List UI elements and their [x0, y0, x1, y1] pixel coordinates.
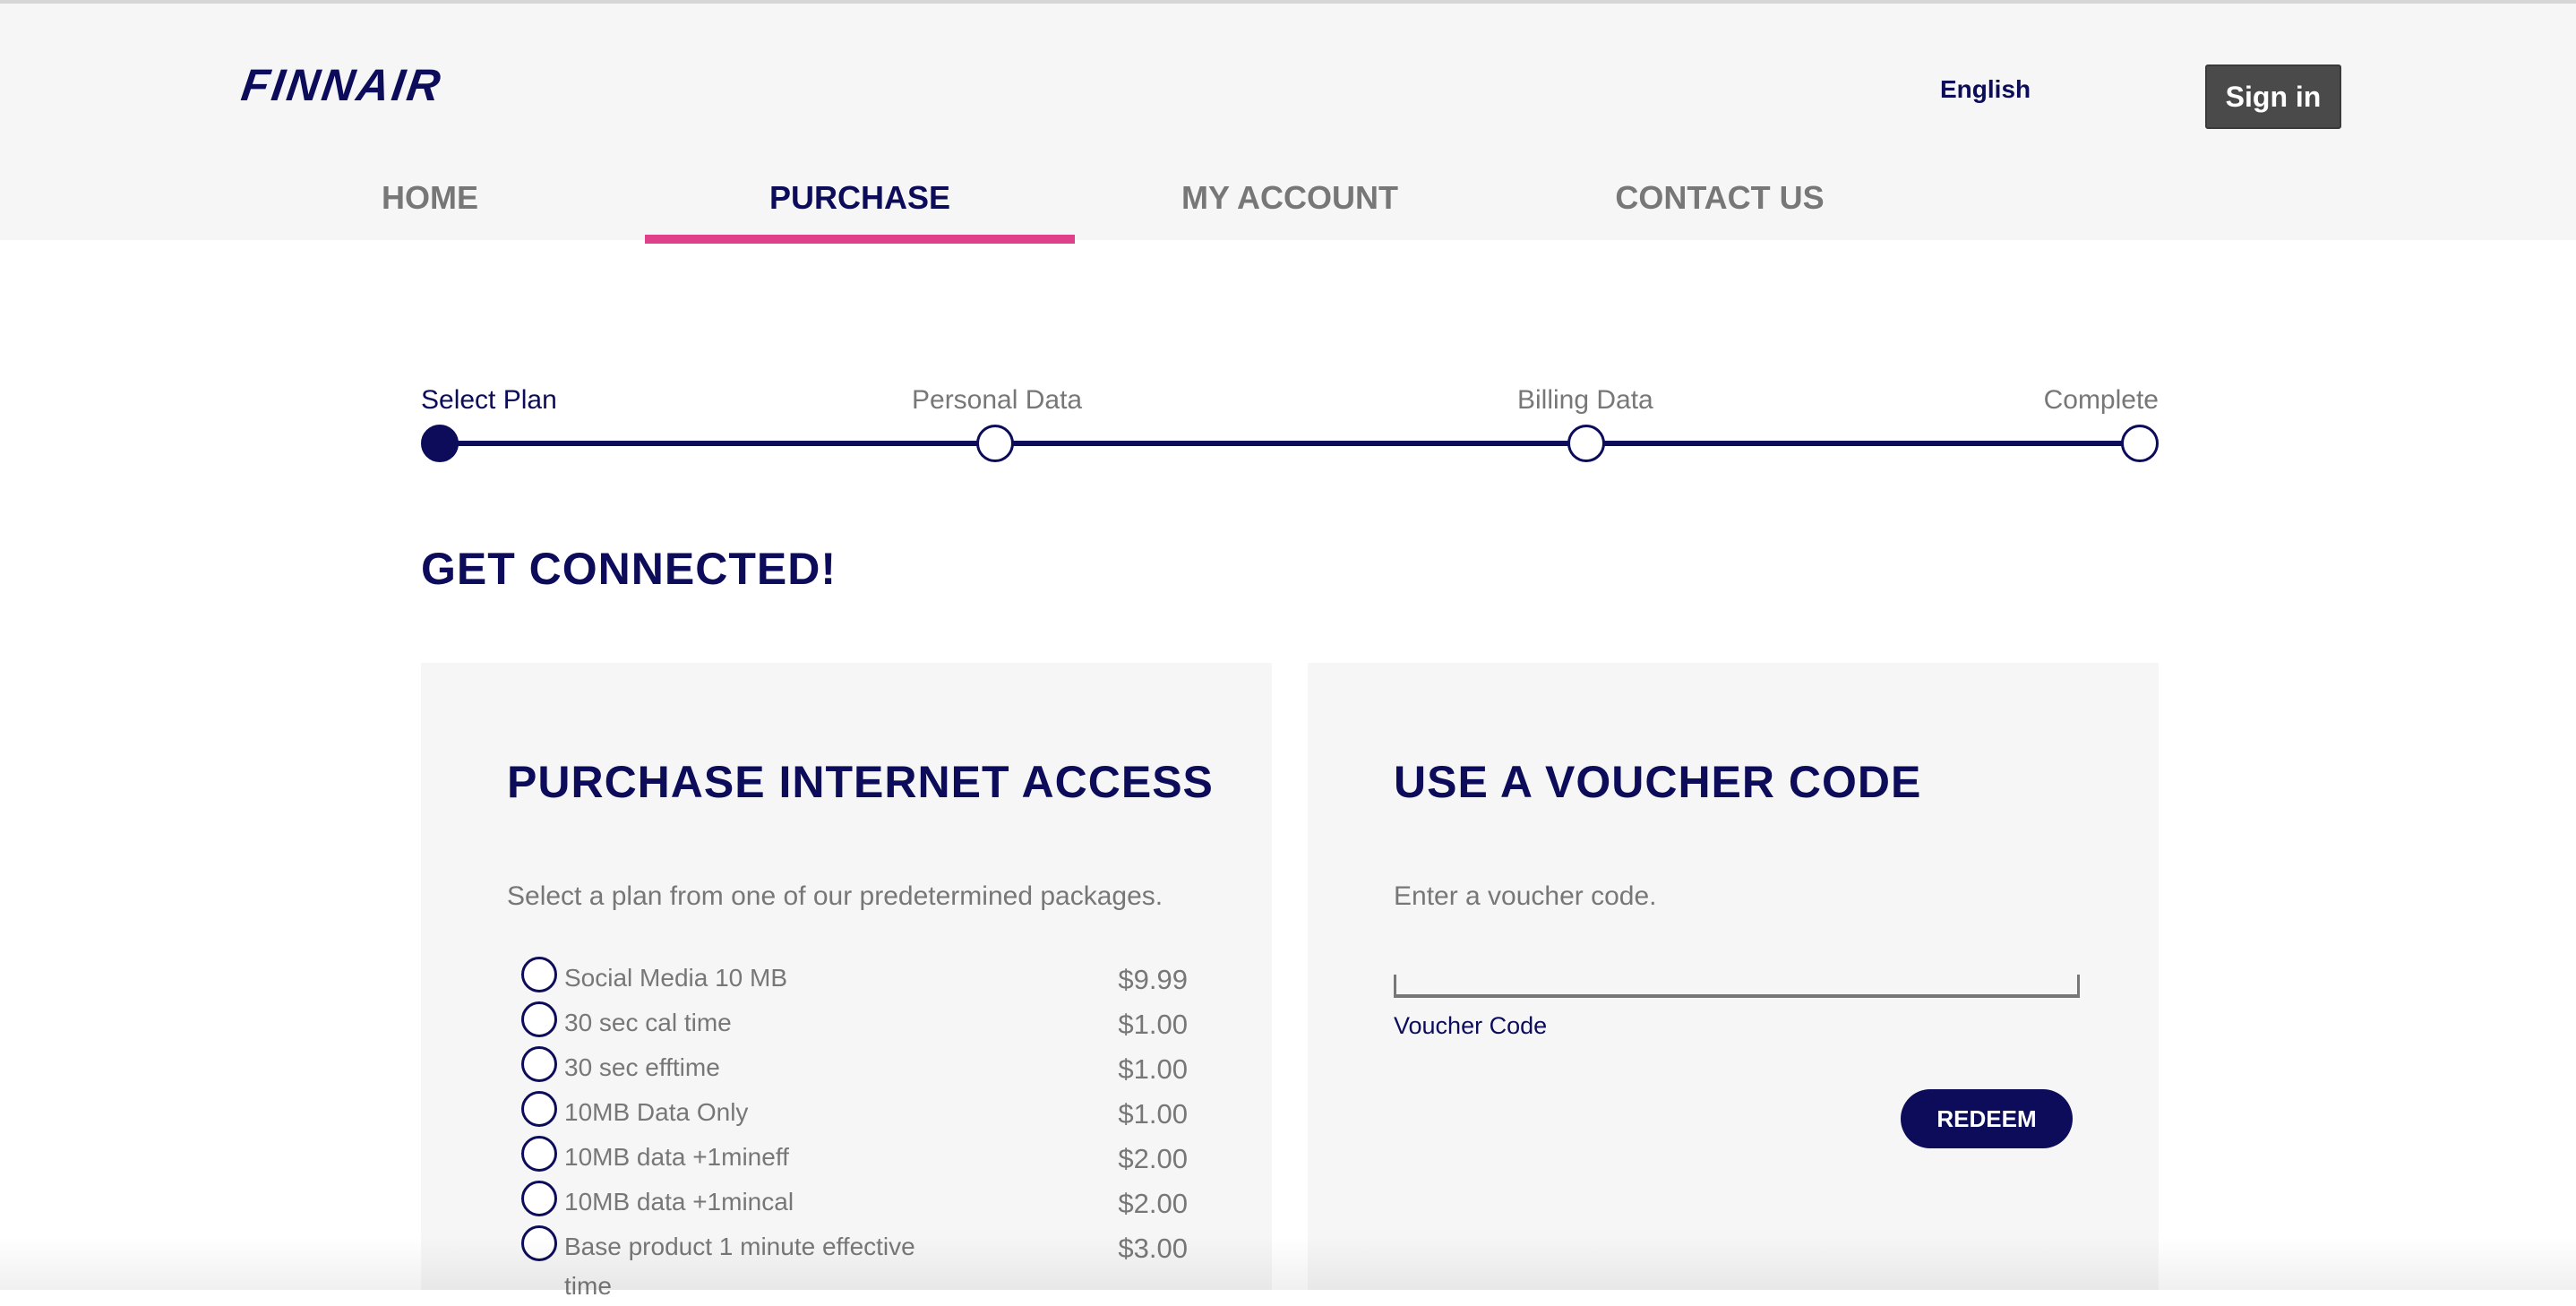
- voucher-title: USE A VOUCHER CODE: [1394, 757, 1922, 807]
- nav-home-label: HOME: [382, 179, 478, 216]
- plan-option[interactable]: 10MB data +1mincal $2.00: [521, 1179, 1188, 1224]
- radio-button[interactable]: [521, 1181, 557, 1216]
- finnair-wordmark-icon: FINNAIR: [238, 60, 446, 110]
- plan-price: $1.00: [1118, 1053, 1188, 1085]
- plan-name: 10MB data +1mincal: [564, 1188, 794, 1216]
- plan-option[interactable]: 10MB data +1mineff $2.00: [521, 1134, 1188, 1179]
- plan-list: Social Media 10 MB $9.99 30 sec cal time…: [521, 955, 1188, 1300]
- nav-contact-us-label: CONTACT US: [1615, 179, 1825, 216]
- nav-contact-us[interactable]: CONTACT US: [1576, 174, 1863, 244]
- plan-name: Base product 1 minute effective time: [564, 1233, 915, 1300]
- plan-price: $1.00: [1118, 1098, 1188, 1130]
- step-dot-complete: [2121, 425, 2159, 462]
- nav-purchase[interactable]: PURCHASE: [645, 174, 1075, 244]
- plan-name: 10MB data +1mineff: [564, 1143, 789, 1171]
- voucher-code-input[interactable]: [1394, 975, 2080, 998]
- step-label-complete: Complete: [2043, 385, 2159, 415]
- bottom-shadow: [0, 1236, 2576, 1290]
- step-dot-billing-data: [1567, 425, 1605, 462]
- plan-name: Social Media 10 MB: [564, 964, 788, 992]
- plan-option[interactable]: Social Media 10 MB $9.99: [521, 955, 1188, 1000]
- purchase-card: PURCHASE INTERNET ACCESS Select a plan f…: [421, 663, 1272, 1300]
- radio-button[interactable]: [521, 1046, 557, 1082]
- nav-my-account[interactable]: MY ACCOUNT: [1129, 174, 1451, 244]
- purchase-title: PURCHASE INTERNET ACCESS: [507, 757, 1214, 807]
- step-dot-select-plan: [421, 425, 459, 462]
- plan-price: $2.00: [1118, 1188, 1188, 1219]
- step-label-personal-data: Personal Data: [912, 385, 1083, 415]
- radio-button[interactable]: [521, 1136, 557, 1172]
- main-nav: HOME PURCHASE MY ACCOUNT CONTACT US: [0, 174, 2576, 244]
- redeem-button[interactable]: REDEEM: [1901, 1089, 2073, 1148]
- language-selector[interactable]: English: [1940, 75, 2031, 104]
- voucher-description: Enter a voucher code.: [1394, 881, 1657, 911]
- plan-name: 10MB Data Only: [564, 1098, 749, 1126]
- plan-name: 30 sec cal time: [564, 1009, 732, 1036]
- plan-option[interactable]: 30 sec efftime $1.00: [521, 1044, 1188, 1089]
- page-title: GET CONNECTED!: [421, 544, 837, 594]
- plan-price: $1.00: [1118, 1009, 1188, 1040]
- finnair-logo[interactable]: FINNAIR: [238, 60, 554, 110]
- plan-price: $2.00: [1118, 1143, 1188, 1174]
- voucher-code-label: Voucher Code: [1394, 1012, 1548, 1039]
- radio-button[interactable]: [521, 1091, 557, 1127]
- step-label-billing-data: Billing Data: [1517, 385, 1653, 415]
- plan-price: $9.99: [1118, 964, 1188, 995]
- step-label-select-plan: Select Plan: [421, 385, 557, 415]
- sign-in-button[interactable]: Sign in: [2205, 64, 2341, 129]
- voucher-card: USE A VOUCHER CODE Enter a voucher code.…: [1308, 663, 2159, 1290]
- progress-stepper: Select Plan Personal Data Billing Data C…: [421, 385, 2159, 466]
- plan-option[interactable]: Base product 1 minute effective time $3.…: [521, 1224, 1188, 1300]
- purchase-description: Select a plan from one of our predetermi…: [507, 881, 1163, 911]
- radio-button[interactable]: [521, 1225, 557, 1261]
- plan-name: 30 sec efftime: [564, 1053, 720, 1081]
- site-header: FINNAIR English Sign in HOME PURCHASE MY…: [0, 4, 2576, 244]
- plan-option[interactable]: 10MB Data Only $1.00: [521, 1089, 1188, 1134]
- stepper-track: [439, 441, 2141, 446]
- nav-purchase-label: PURCHASE: [769, 179, 951, 216]
- radio-button[interactable]: [521, 1001, 557, 1037]
- nav-home[interactable]: HOME: [322, 174, 537, 244]
- plan-price: $3.00: [1118, 1233, 1188, 1264]
- radio-button[interactable]: [521, 957, 557, 992]
- plan-option[interactable]: 30 sec cal time $1.00: [521, 1000, 1188, 1044]
- step-dot-personal-data: [976, 425, 1014, 462]
- svg-text:FINNAIR: FINNAIR: [240, 61, 446, 107]
- nav-my-account-label: MY ACCOUNT: [1181, 179, 1398, 216]
